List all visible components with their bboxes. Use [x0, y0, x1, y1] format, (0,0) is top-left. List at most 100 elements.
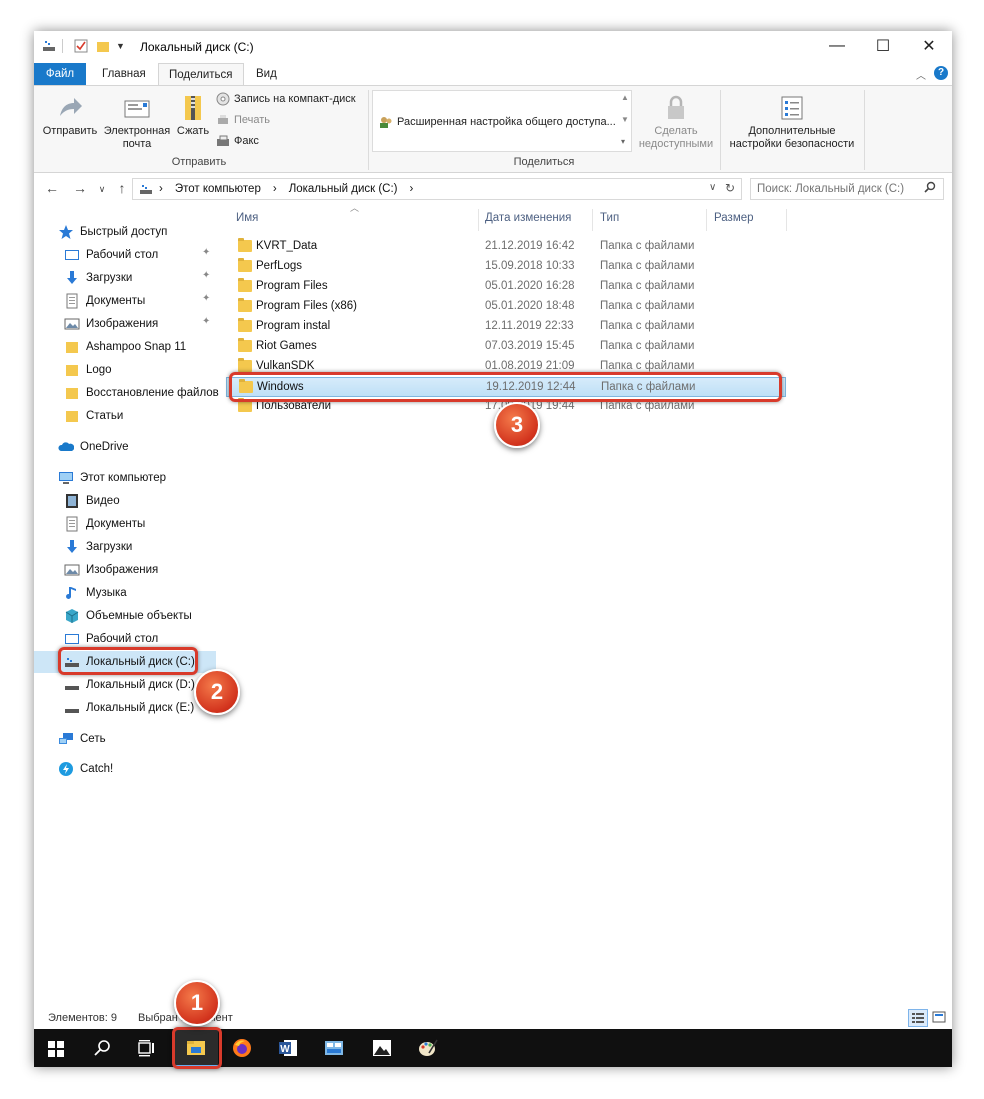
gallery-up-icon[interactable]: ▲: [621, 93, 629, 102]
up-arrow-icon[interactable]: ↑: [112, 180, 132, 196]
details-view-button[interactable]: [908, 1009, 928, 1027]
table-row[interactable]: Program Files 05.01.2020 16:28 Папка с ф…: [226, 277, 786, 297]
nav-this-pc[interactable]: Этот компьютер: [58, 467, 166, 489]
help-icon[interactable]: ?: [934, 66, 948, 80]
back-arrow-icon[interactable]: ←: [42, 180, 62, 196]
share-with-gallery: Расширенная настройка общего доступа... …: [372, 90, 632, 152]
breadcrumb-separator[interactable]: ›: [159, 183, 163, 195]
pin-icon[interactable]: ✦: [202, 270, 210, 281]
drive-icon: [64, 677, 80, 693]
breadcrumb-separator[interactable]: ›: [273, 183, 277, 195]
highlight-local-disk-c: [58, 647, 198, 675]
refresh-icon[interactable]: ↻: [725, 181, 735, 195]
sort-ascending-icon: ︿: [350, 203, 360, 213]
nav-catch[interactable]: Catch!: [58, 758, 113, 780]
breadcrumb-local-disk[interactable]: Локальный диск (C:): [289, 183, 398, 195]
tab-view[interactable]: Вид: [246, 63, 287, 85]
sidebar-item-3d-objects[interactable]: Объемные объекты: [64, 605, 192, 627]
sidebar-item-desktop[interactable]: Рабочий стол: [64, 244, 158, 266]
sidebar-item-logo[interactable]: Logo: [64, 359, 112, 381]
pin-icon[interactable]: ✦: [202, 316, 210, 327]
minimize-button[interactable]: —: [814, 31, 860, 61]
nav-quick-access[interactable]: Быстрый доступ: [58, 221, 167, 243]
stop-sharing-button[interactable]: Сделать недоступными: [636, 94, 716, 151]
nav-network[interactable]: Сеть: [58, 728, 106, 750]
folder-icon: [238, 338, 252, 352]
close-button[interactable]: ✕: [906, 31, 952, 61]
network-icon: [58, 731, 74, 747]
sidebar-item-documents[interactable]: Документы: [64, 290, 145, 312]
search-input[interactable]: [750, 178, 944, 200]
advanced-sharing-button[interactable]: Расширенная настройка общего доступа...: [379, 115, 616, 129]
column-header-date[interactable]: Дата изменения: [485, 212, 571, 224]
sidebar-item-downloads[interactable]: Загрузки: [64, 267, 132, 289]
taskbar-paint-button[interactable]: [406, 1029, 450, 1067]
folder-icon: [64, 362, 80, 378]
column-separator[interactable]: [592, 209, 593, 231]
column-header-size[interactable]: Размер: [714, 212, 754, 224]
pin-icon[interactable]: ✦: [202, 293, 210, 304]
table-row[interactable]: PerfLogs 15.09.2018 10:33 Папка с файлам…: [226, 257, 786, 277]
share-arrow-icon: [56, 94, 84, 122]
address-bar[interactable]: › Этот компьютер › Локальный диск (C:) ›…: [132, 178, 742, 200]
qa-dropdown-icon[interactable]: ▼: [116, 39, 126, 53]
taskbar-word-button[interactable]: W: [266, 1029, 310, 1067]
address-dropdown-icon[interactable]: ∨: [709, 182, 716, 193]
start-button[interactable]: [34, 1029, 78, 1067]
gallery-down-icon[interactable]: ▼: [621, 115, 629, 124]
sidebar-item-pc-pictures[interactable]: Изображения: [64, 559, 158, 581]
table-row[interactable]: Program instal 12.11.2019 22:33 Папка с …: [226, 317, 786, 337]
breadcrumb-separator[interactable]: ›: [410, 183, 414, 195]
sidebar-item-disk-e[interactable]: Локальный диск (E:): [64, 697, 194, 719]
email-button[interactable]: Электронная почта: [100, 94, 174, 151]
recent-locations-icon[interactable]: ∨: [92, 184, 112, 195]
advanced-security-button[interactable]: Дополнительные настройки безопасности: [724, 94, 860, 151]
properties-icon[interactable]: [74, 39, 88, 53]
computer-icon: [58, 470, 74, 486]
column-header-type[interactable]: Тип: [600, 212, 619, 224]
fax-button[interactable]: Факс: [216, 134, 259, 148]
taskbar-photos-button[interactable]: [360, 1029, 404, 1067]
sidebar-item-videos[interactable]: Видео: [64, 490, 120, 512]
security-list-icon: [778, 94, 806, 122]
burn-disc-button[interactable]: Запись на компакт-диск: [216, 92, 356, 106]
column-separator[interactable]: [786, 209, 787, 231]
large-icons-view-button[interactable]: [930, 1009, 950, 1027]
forward-arrow-icon[interactable]: →: [70, 180, 90, 196]
table-row[interactable]: KVRT_Data 21.12.2019 16:42 Папка с файла…: [226, 237, 786, 257]
search-icon[interactable]: [924, 181, 936, 196]
new-folder-icon[interactable]: [96, 39, 110, 53]
send-button[interactable]: Отправить: [42, 94, 98, 138]
tab-file[interactable]: Файл: [34, 63, 86, 85]
sidebar-item-recovery[interactable]: Восстановление файлов: [64, 382, 219, 404]
sidebar-item-music[interactable]: Музыка: [64, 582, 127, 604]
taskbar-firefox-button[interactable]: [220, 1029, 264, 1067]
sidebar-item-pc-downloads[interactable]: Загрузки: [64, 536, 132, 558]
tab-share[interactable]: Поделиться: [158, 63, 244, 85]
sidebar-item-pc-documents[interactable]: Документы: [64, 513, 145, 535]
task-view-button[interactable]: [124, 1029, 168, 1067]
table-row[interactable]: Program Files (x86) 05.01.2020 18:48 Пап…: [226, 297, 786, 317]
nav-onedrive[interactable]: OneDrive: [58, 436, 129, 458]
maximize-button[interactable]: ☐: [860, 31, 906, 61]
zip-button[interactable]: Сжать: [174, 94, 212, 138]
print-button[interactable]: Печать: [216, 113, 270, 127]
column-separator[interactable]: [478, 209, 479, 231]
word-icon: W: [277, 1037, 299, 1059]
sidebar-item-ashampoo[interactable]: Ashampoo Snap 11: [64, 336, 186, 358]
gallery-more-icon[interactable]: ▾: [621, 137, 625, 146]
pin-icon[interactable]: ✦: [202, 247, 210, 258]
column-separator[interactable]: [706, 209, 707, 231]
taskbar-search-button[interactable]: [80, 1029, 124, 1067]
star-icon: [58, 224, 74, 240]
sidebar-item-articles[interactable]: Статьи: [64, 405, 123, 427]
tab-home[interactable]: Главная: [92, 63, 156, 85]
breadcrumb-this-pc[interactable]: Этот компьютер: [175, 183, 261, 195]
sidebar-item-pictures[interactable]: Изображения: [64, 313, 158, 335]
collapse-ribbon-icon[interactable]: ︿: [916, 67, 926, 82]
table-row[interactable]: Riot Games 07.03.2019 15:45 Папка с файл…: [226, 337, 786, 357]
svg-text:W: W: [280, 1044, 290, 1055]
sidebar-item-disk-d[interactable]: Локальный диск (D:): [64, 674, 195, 696]
column-header-name[interactable]: Имя: [236, 212, 258, 224]
taskbar-app-button[interactable]: [312, 1029, 356, 1067]
